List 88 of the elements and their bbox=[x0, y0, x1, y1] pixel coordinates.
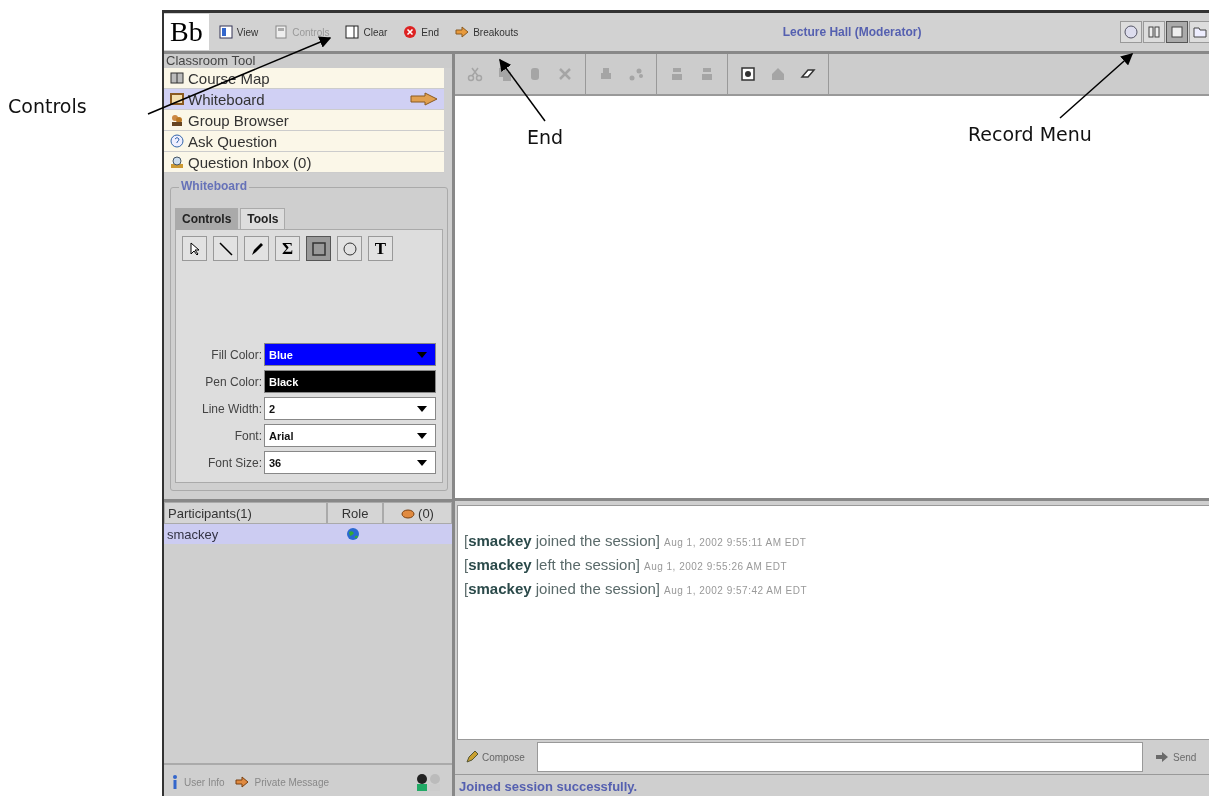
field-label: Font Size: bbox=[206, 455, 262, 470]
callout-label: End bbox=[527, 126, 564, 148]
tool-button[interactable]: Σ bbox=[275, 236, 300, 261]
arrow-icon bbox=[410, 92, 438, 106]
classroom-tool-item[interactable]: Course Map bbox=[164, 68, 444, 89]
tab[interactable]: Controls bbox=[175, 208, 239, 229]
timestamp: Aug 1, 2002 9:55:26 AM EDT bbox=[644, 561, 788, 572]
chat-message: [smackey joined the session] bbox=[464, 532, 660, 549]
arrow-icon bbox=[234, 776, 249, 788]
delete-icon bbox=[557, 66, 573, 82]
cut-icon bbox=[467, 66, 483, 82]
line-icon bbox=[217, 240, 234, 257]
hand-icon bbox=[401, 507, 416, 519]
message-input[interactable] bbox=[536, 742, 1143, 772]
toolbar-button[interactable]: View bbox=[212, 23, 265, 41]
count-label: (0) bbox=[418, 505, 434, 521]
logo: Bb bbox=[164, 14, 209, 50]
participant-name: smackey bbox=[166, 526, 220, 542]
classroom-tool-item[interactable]: Question Inbox (0) bbox=[164, 152, 444, 173]
column-header: Participants(1) bbox=[164, 502, 327, 524]
panel-icon bbox=[345, 25, 360, 39]
chat-message: [smackey left the session] bbox=[464, 556, 640, 573]
field-label: Line Width: bbox=[200, 401, 262, 416]
toolbar-button[interactable]: End bbox=[397, 23, 446, 41]
color-swatch[interactable]: Black bbox=[264, 370, 436, 393]
globe-icon bbox=[346, 527, 360, 541]
stop-button[interactable] bbox=[1166, 21, 1188, 43]
info-icon bbox=[172, 775, 178, 789]
dropdown[interactable]: Blue bbox=[264, 343, 436, 366]
frame-button[interactable] bbox=[738, 64, 758, 84]
square-icon bbox=[1170, 25, 1184, 39]
people-icon bbox=[170, 113, 184, 127]
caret-icon bbox=[417, 459, 427, 466]
timestamp: Aug 1, 2002 9:57:42 AM EDT bbox=[664, 585, 808, 596]
window-title: Lecture Hall (Moderator) bbox=[781, 25, 923, 39]
tool-button[interactable] bbox=[244, 236, 269, 261]
tool-button[interactable]: T bbox=[368, 236, 393, 261]
book-icon bbox=[170, 71, 184, 85]
classroom-tool-item[interactable]: Ask Question bbox=[164, 131, 444, 152]
pause-button[interactable] bbox=[1143, 21, 1165, 43]
house-icon bbox=[770, 66, 786, 82]
field-label: Fill Color: bbox=[210, 347, 262, 362]
toolbar-button[interactable]: Clear bbox=[339, 23, 394, 41]
arrow-icon bbox=[455, 25, 470, 39]
record-button[interactable] bbox=[1120, 21, 1142, 43]
board-icon bbox=[170, 92, 184, 106]
classroom-tool-item[interactable]: Whiteboard bbox=[164, 89, 444, 110]
frame-icon bbox=[740, 66, 756, 82]
timestamp: Aug 1, 2002 9:55:11 AM EDT bbox=[664, 537, 807, 548]
printer-icon bbox=[598, 66, 614, 82]
dropdown[interactable]: 36 bbox=[264, 451, 436, 474]
tray-icon bbox=[170, 155, 184, 169]
folder-icon bbox=[1193, 25, 1207, 39]
stack-icon bbox=[699, 66, 715, 82]
tool-button[interactable] bbox=[182, 236, 207, 261]
chat-message: [smackey joined the session] bbox=[464, 580, 660, 597]
copy-icon bbox=[497, 66, 513, 82]
callout-arrow bbox=[499, 58, 546, 122]
close-icon bbox=[403, 25, 418, 39]
panel-icon bbox=[218, 25, 233, 39]
compose-button[interactable]: Compose bbox=[459, 749, 531, 765]
field-label: Pen Color: bbox=[204, 374, 262, 389]
column-header: Role bbox=[327, 502, 383, 524]
pause-icon bbox=[1147, 25, 1161, 39]
pencil-icon bbox=[465, 750, 479, 764]
participant-row[interactable]: smackey bbox=[164, 524, 452, 544]
circle-icon bbox=[341, 240, 358, 257]
dropdown[interactable]: 2 bbox=[264, 397, 436, 420]
circle-icon bbox=[1124, 25, 1138, 39]
caret-icon bbox=[417, 351, 427, 358]
field-label: Font: bbox=[233, 428, 262, 443]
callout-label: Record Menu bbox=[968, 123, 1092, 145]
callout-label: Controls bbox=[8, 95, 87, 117]
question-icon bbox=[170, 134, 184, 148]
stack-icon bbox=[669, 66, 685, 82]
rectangle-icon bbox=[310, 240, 327, 257]
tab[interactable]: Tools bbox=[240, 208, 286, 229]
arrow-icon bbox=[1155, 751, 1169, 763]
caret-icon bbox=[417, 432, 427, 439]
caret-icon bbox=[417, 405, 427, 412]
panel-icon bbox=[274, 25, 289, 39]
folder-button[interactable] bbox=[1189, 21, 1209, 43]
dots-icon bbox=[628, 66, 644, 82]
dropdown[interactable]: Arial bbox=[264, 424, 436, 447]
classroom-tool-item[interactable]: Group Browser bbox=[164, 110, 444, 131]
toolbar-button[interactable]: Breakouts bbox=[449, 23, 525, 41]
panel-title: Whiteboard bbox=[179, 179, 249, 193]
status-bar: Joined session successfully. bbox=[455, 774, 1209, 796]
